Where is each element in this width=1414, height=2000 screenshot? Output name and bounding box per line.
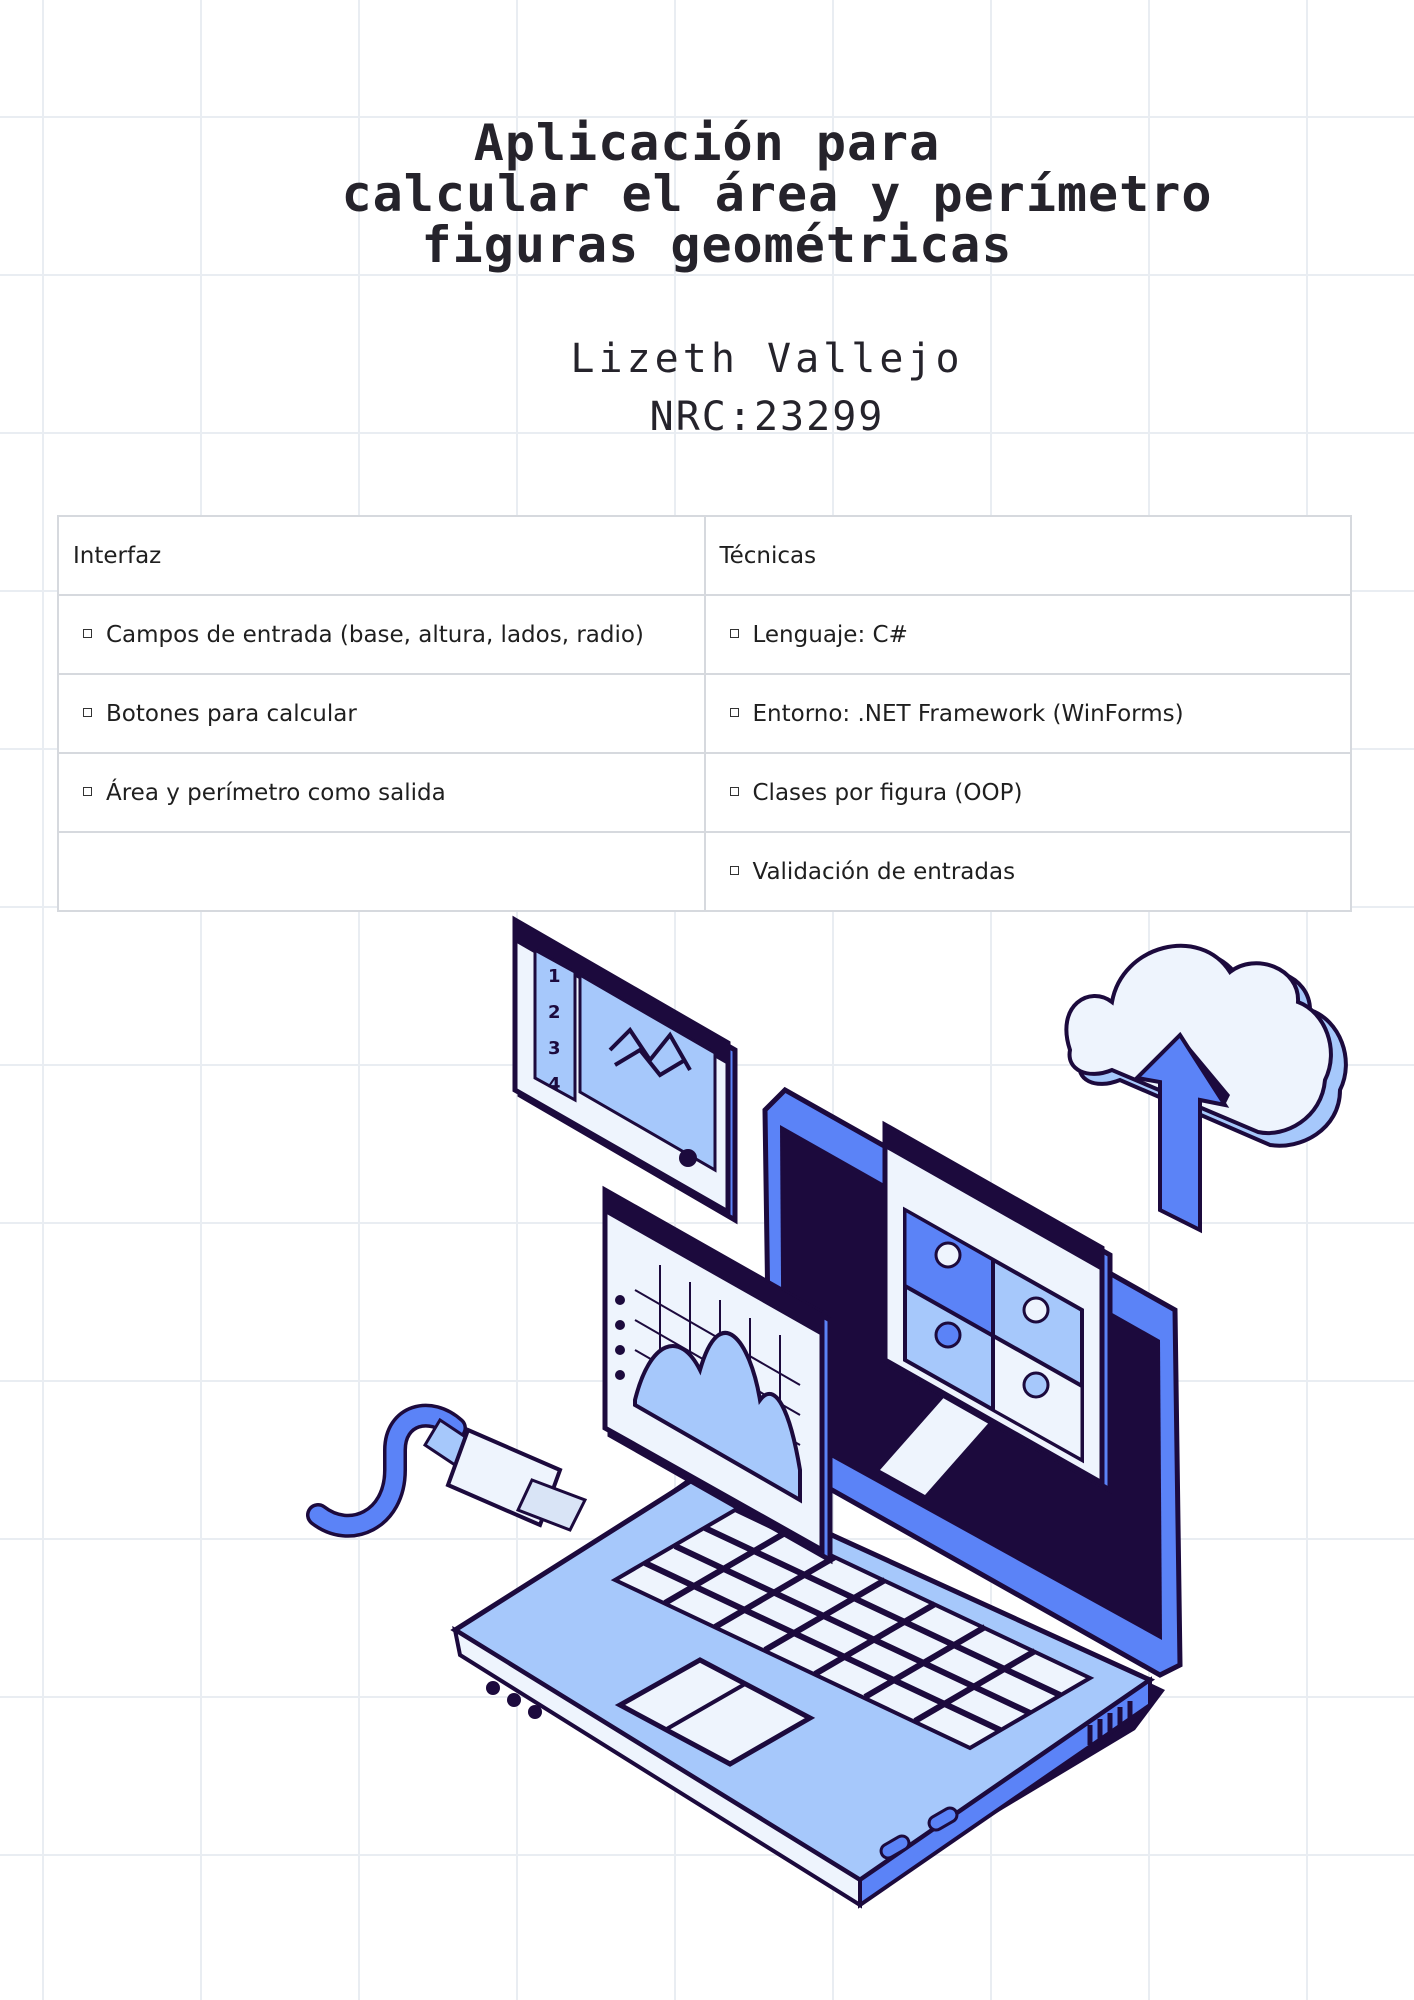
table-cell: Botones para calcular (57, 673, 706, 754)
panel-number: 1 (548, 966, 561, 987)
bullet-icon (729, 866, 739, 875)
cell-text: Clases por figura (OOP) (752, 779, 1023, 806)
table-row: Área y perímetro como salida Clases por … (57, 752, 1352, 833)
table-cell: Área y perímetro como salida (57, 752, 706, 833)
table-cell: Entorno: .NET Framework (WinForms) (703, 673, 1352, 754)
panel-number: 4 (548, 1074, 561, 1095)
bullet-icon (729, 787, 739, 796)
table-cell: Validación de entradas (703, 831, 1352, 912)
bullet-icon (83, 708, 92, 717)
cell-text: Área y perímetro como salida (106, 779, 446, 806)
bullet-icon (729, 629, 739, 638)
table-header-row: Interfaz Técnicas (57, 515, 1352, 596)
table-cell: Lenguaje: C# (703, 594, 1352, 675)
cell-text: Botones para calcular (106, 700, 357, 727)
bullet-icon (83, 787, 92, 796)
table-cell-empty (57, 831, 706, 912)
table-cell: Campos de entrada (base, altura, lados, … (57, 594, 706, 675)
usb-cable-icon (306, 1403, 588, 1538)
chart-window-icon: 1 2 3 4 (512, 915, 738, 1225)
table-row: Validación de entradas (57, 831, 1352, 912)
bullet-icon (729, 708, 739, 717)
title-line-2: calcular el área y perímetro (341, 165, 1213, 223)
cell-text: Lenguaje: C# (752, 621, 908, 648)
laptop-illustration: 1 2 3 4 (306, 915, 1348, 1909)
panel-number: 2 (548, 1002, 561, 1023)
title-line-1: Aplicación para (473, 114, 941, 172)
header-tecnicas: Técnicas (703, 515, 1352, 596)
nrc-code: NRC:23299 (649, 394, 885, 440)
cell-text: Campos de entrada (base, altura, lados, … (106, 621, 644, 648)
cell-text: Entorno: .NET Framework (WinForms) (752, 700, 1184, 727)
table-row: Campos de entrada (base, altura, lados, … (57, 594, 1352, 675)
cloud-upload-icon (1064, 943, 1348, 1234)
table-cell: Clases por figura (OOP) (703, 752, 1352, 833)
header-interfaz: Interfaz (57, 515, 706, 596)
bullet-icon (83, 629, 92, 638)
document-title: Aplicación para calcular el área y perím… (0, 118, 1414, 271)
info-table: Interfaz Técnicas Campos de entrada (bas… (57, 515, 1352, 912)
cell-text: Validación de entradas (752, 858, 1016, 885)
panel-number: 3 (548, 1038, 561, 1059)
author-name: Lizeth Vallejo (570, 336, 964, 382)
title-line-3: figuras geométricas (421, 216, 1013, 274)
table-row: Botones para calcular Entorno: .NET Fram… (57, 673, 1352, 754)
